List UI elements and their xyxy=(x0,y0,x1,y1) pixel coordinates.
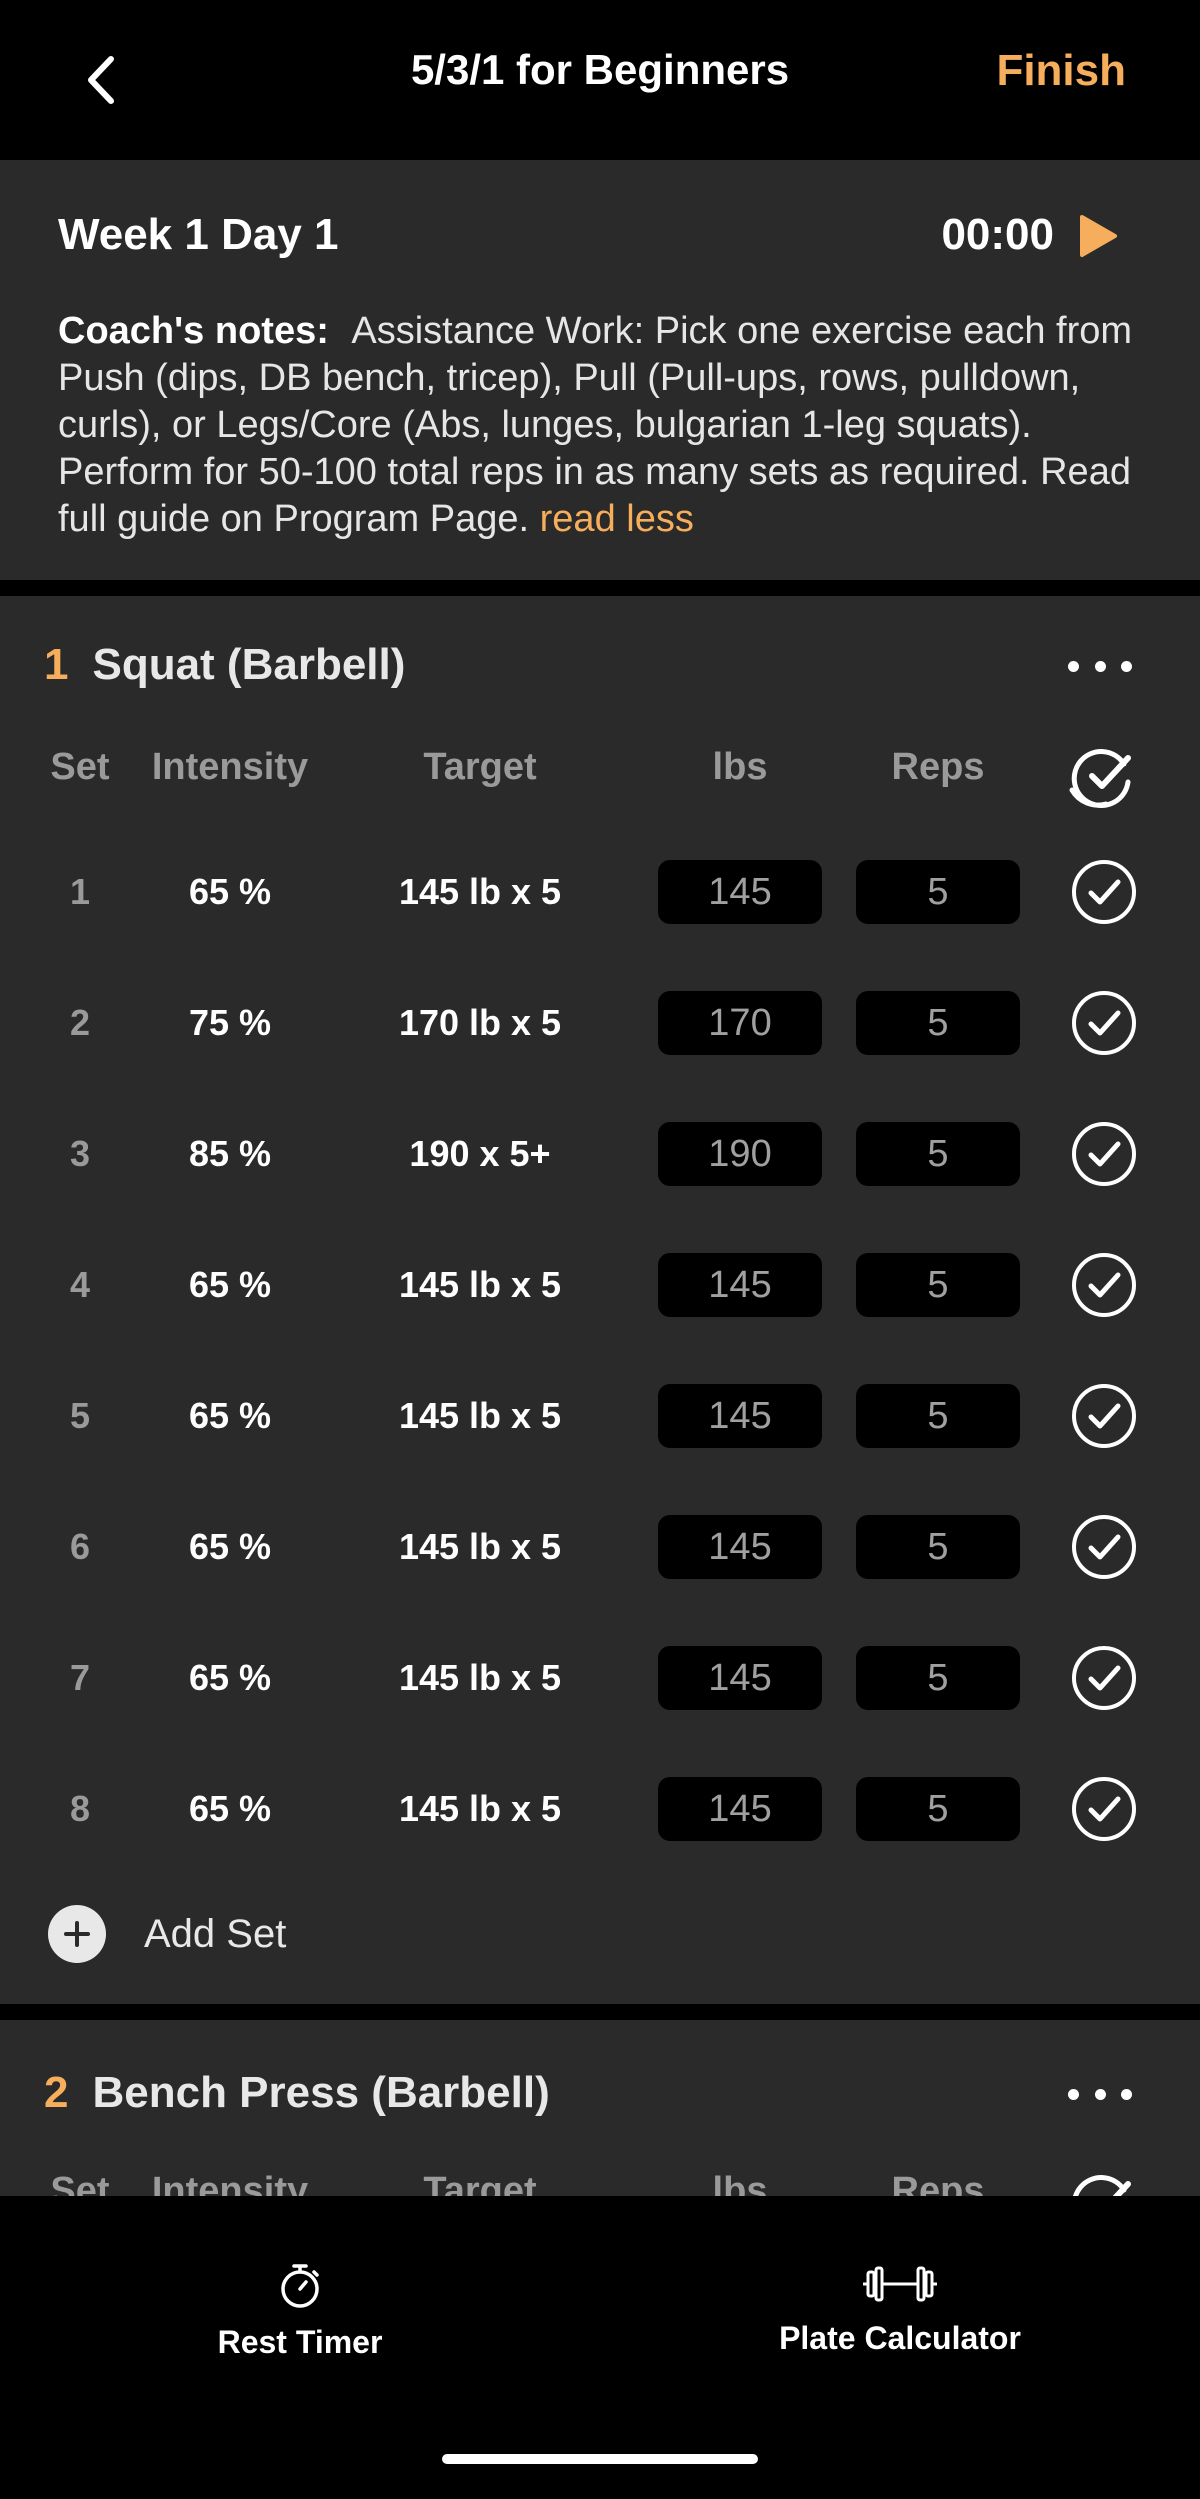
more-dot-icon xyxy=(1094,2088,1106,2100)
set-intensity: 65 % xyxy=(188,1263,272,1305)
set-intensity: 65 % xyxy=(188,1394,272,1436)
set-row: 6 65 % 145 lb x 5 145 5 xyxy=(0,1481,1200,1612)
reps-input[interactable]: 5 xyxy=(856,1253,1020,1317)
weight-input[interactable]: 145 xyxy=(658,1777,822,1841)
set-row: 7 65 % 145 lb x 5 145 5 xyxy=(0,1612,1200,1743)
reps-input[interactable]: 5 xyxy=(856,1122,1020,1186)
set-number: 8 xyxy=(69,1787,91,1829)
set-target: 170 lb x 5 xyxy=(398,1001,562,1043)
exercise-number: 2 xyxy=(44,2068,69,2117)
exercise-name: Squat (Barbell) xyxy=(92,640,406,689)
set-row: 5 65 % 145 lb x 5 145 5 xyxy=(0,1350,1200,1481)
weight-input[interactable]: 145 xyxy=(658,1253,822,1317)
coach-notes: Coach's notes: Assistance Work: Pick one… xyxy=(58,308,1148,543)
barbell-icon xyxy=(863,2266,937,2302)
set-intensity: 85 % xyxy=(188,1132,272,1174)
weight-input[interactable]: 145 xyxy=(658,1515,822,1579)
set-number: 3 xyxy=(69,1132,91,1174)
more-dot-icon xyxy=(1068,2088,1079,2100)
set-row: 1 65 % 145 lb x 5 145 5 xyxy=(0,826,1200,957)
exercise-more-button[interactable] xyxy=(1068,2082,1132,2106)
set-number: 4 xyxy=(69,1263,91,1305)
reps-input[interactable]: 5 xyxy=(856,1646,1020,1710)
check-circle-icon[interactable] xyxy=(1070,858,1138,926)
weight-input[interactable]: 170 xyxy=(658,991,822,1055)
exercise-more-button[interactable] xyxy=(1068,654,1132,678)
day-title: Week 1 Day 1 xyxy=(58,210,339,259)
reps-input[interactable]: 5 xyxy=(856,991,1020,1055)
set-number: 6 xyxy=(69,1525,91,1567)
complete-all-check-icon[interactable] xyxy=(1066,744,1140,808)
check-circle-icon[interactable] xyxy=(1070,1775,1138,1843)
check-circle-icon[interactable] xyxy=(1070,1382,1138,1450)
set-intensity: 65 % xyxy=(188,870,272,912)
plate-calculator-label: Plate Calculator xyxy=(779,2320,1021,2356)
add-set-button[interactable]: Add Set xyxy=(48,1904,286,1964)
more-dot-icon xyxy=(1068,660,1079,672)
set-number: 7 xyxy=(69,1656,91,1698)
set-target: 145 lb x 5 xyxy=(398,1263,562,1305)
reps-input[interactable]: 5 xyxy=(856,1384,1020,1448)
top-bar: 5/3/1 for Beginners Finish xyxy=(0,0,1200,160)
reps-input[interactable]: 5 xyxy=(856,1515,1020,1579)
set-number: 5 xyxy=(69,1394,91,1436)
set-row: 2 75 % 170 lb x 5 170 5 xyxy=(0,957,1200,1088)
column-header-intensity: Intensity xyxy=(151,746,309,788)
weight-input[interactable]: 190 xyxy=(658,1122,822,1186)
more-dot-icon xyxy=(1121,2088,1132,2100)
set-number: 1 xyxy=(69,870,91,912)
play-button[interactable] xyxy=(1074,210,1122,262)
exercise-title[interactable]: 2 Bench Press (Barbell) xyxy=(44,2068,550,2118)
set-row: 4 65 % 145 lb x 5 145 5 xyxy=(0,1219,1200,1350)
check-circle-icon[interactable] xyxy=(1070,1513,1138,1581)
stopwatch-icon xyxy=(281,2264,319,2308)
exercise-name: Bench Press (Barbell) xyxy=(92,2068,550,2117)
exercise-card: 2 Bench Press (Barbell) Set Intensity Tar… xyxy=(0,2020,1200,2200)
set-number: 2 xyxy=(69,1001,91,1043)
reps-input[interactable]: 5 xyxy=(856,860,1020,924)
more-dot-icon xyxy=(1121,660,1132,672)
column-header-lbs: lbs xyxy=(712,746,768,788)
set-target: 145 lb x 5 xyxy=(398,1525,562,1567)
plate-calculator-button[interactable]: Plate Calculator xyxy=(740,2262,1060,2357)
set-target: 145 lb x 5 xyxy=(398,870,562,912)
check-circle-icon[interactable] xyxy=(1070,1120,1138,1188)
exercise-number: 1 xyxy=(44,640,69,689)
exercise-card: 1 Squat (Barbell) Set Intensity Target lb… xyxy=(0,596,1200,2004)
exercise-title[interactable]: 1 Squat (Barbell) xyxy=(44,640,405,690)
set-row: 8 65 % 145 lb x 5 145 5 xyxy=(0,1743,1200,1874)
set-target: 190 x 5+ xyxy=(409,1132,551,1174)
coach-notes-label: Coach's notes: xyxy=(58,310,329,352)
read-less-link[interactable]: read less xyxy=(540,498,694,540)
add-set-label: Add Set xyxy=(144,1911,287,1956)
set-intensity: 65 % xyxy=(188,1787,272,1829)
column-header-reps: Reps xyxy=(891,746,985,788)
column-header-target: Target xyxy=(423,746,537,788)
set-target: 145 lb x 5 xyxy=(398,1394,562,1436)
rest-timer-button[interactable]: Rest Timer xyxy=(200,2262,400,2361)
more-dot-icon xyxy=(1094,660,1106,672)
weight-input[interactable]: 145 xyxy=(658,1646,822,1710)
weight-input[interactable]: 145 xyxy=(658,1384,822,1448)
set-intensity: 65 % xyxy=(188,1656,272,1698)
set-target: 145 lb x 5 xyxy=(398,1787,562,1829)
set-row: 3 85 % 190 x 5+ 190 5 xyxy=(0,1088,1200,1219)
set-intensity: 75 % xyxy=(188,1001,272,1043)
play-icon xyxy=(1080,215,1117,257)
set-intensity: 65 % xyxy=(188,1525,272,1567)
check-circle-icon[interactable] xyxy=(1070,1251,1138,1319)
weight-input[interactable]: 145 xyxy=(658,860,822,924)
column-header-set: Set xyxy=(50,746,110,788)
home-indicator[interactable] xyxy=(442,2454,758,2464)
rest-timer-label: Rest Timer xyxy=(217,2324,383,2360)
check-circle-icon[interactable] xyxy=(1070,1644,1138,1712)
plus-icon xyxy=(48,1905,106,1963)
set-target: 145 lb x 5 xyxy=(398,1656,562,1698)
workout-timer: 00:00 xyxy=(941,210,1054,259)
check-circle-icon[interactable] xyxy=(1070,989,1138,1057)
workout-header: Week 1 Day 1 00:00 Coach's notes: Assist… xyxy=(0,160,1200,580)
reps-input[interactable]: 5 xyxy=(856,1777,1020,1841)
bottom-bar: Rest Timer Plate Calculator xyxy=(0,2196,1200,2499)
finish-button[interactable]: Finish xyxy=(996,46,1126,96)
